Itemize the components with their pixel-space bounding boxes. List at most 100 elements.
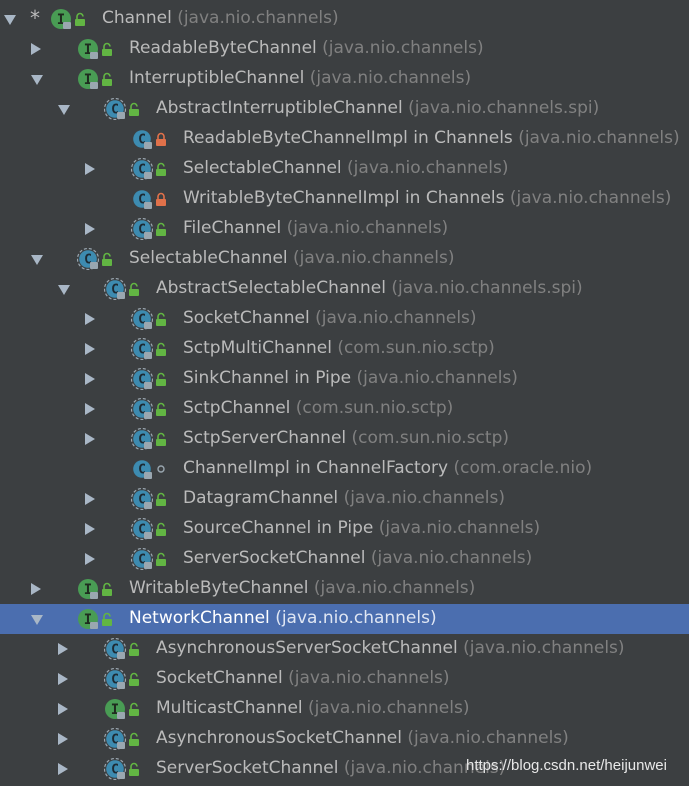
type-name: SinkChannel in Pipe (183, 368, 352, 388)
public-lock-icon (127, 761, 141, 776)
chevron-right-icon[interactable] (85, 403, 95, 415)
package-name: (java.nio.channels) (463, 638, 625, 658)
abstract-class-icon: C (104, 638, 126, 660)
tree-row[interactable]: C SourceChannel in Pipe (java.nio.channe… (0, 514, 689, 544)
tree-row[interactable]: * I Channel (java.nio.channels) (0, 4, 689, 34)
tree-row[interactable]: C SinkChannel in Pipe (java.nio.channels… (0, 364, 689, 394)
chevron-right-icon[interactable] (85, 343, 95, 355)
tree-item-label: ServerSocketChannel (java.nio.channels) (156, 758, 505, 778)
chevron-right-icon[interactable] (58, 673, 68, 685)
interface-icon: I (77, 38, 99, 60)
interface-icon: I (77, 68, 99, 90)
chevron-right-icon[interactable] (58, 703, 68, 715)
type-name: SelectableChannel (129, 248, 288, 268)
abstract-class-icon: C (104, 758, 126, 780)
chevron-down-icon[interactable] (31, 615, 43, 625)
tree-row[interactable]: I MulticastChannel (java.nio.channels) (0, 694, 689, 724)
abstract-class-icon: C (104, 278, 126, 300)
public-lock-icon (127, 101, 141, 116)
chevron-down-icon[interactable] (31, 75, 43, 85)
package-name: (java.nio.channels) (509, 188, 672, 208)
chevron-down-icon[interactable] (58, 285, 70, 295)
chevron-right-icon[interactable] (85, 313, 95, 325)
package-name: (java.nio.channels) (343, 488, 505, 508)
tree-row[interactable]: I InterruptibleChannel (java.nio.channel… (0, 64, 689, 94)
tree-row[interactable]: C AsynchronousServerSocketChannel (java.… (0, 634, 689, 664)
chevron-right-icon[interactable] (58, 643, 68, 655)
public-lock-icon (73, 11, 87, 26)
abstract-class-icon: C (131, 308, 153, 330)
chevron-right-icon[interactable] (31, 43, 41, 55)
tree-item-label: SctpChannel (com.sun.nio.sctp) (183, 398, 453, 418)
type-name: WritableByteChannelImpl in Channels (183, 188, 505, 208)
tree-item-label: ServerSocketChannel (java.nio.channels) (183, 548, 532, 568)
tree-row[interactable]: C WritableByteChannelImpl in Channels (j… (0, 184, 689, 214)
tree-row[interactable]: I ReadableByteChannel (java.nio.channels… (0, 34, 689, 64)
tree-row[interactable]: C SctpServerChannel (com.sun.nio.sctp) (0, 424, 689, 454)
tree-item-label: SocketChannel (java.nio.channels) (183, 308, 477, 328)
tree-row[interactable]: C DatagramChannel (java.nio.channels) (0, 484, 689, 514)
chevron-down-icon[interactable] (4, 15, 16, 25)
chevron-right-icon[interactable] (85, 223, 95, 235)
chevron-right-icon[interactable] (85, 163, 95, 175)
tree-item-label: ReadableByteChannelImpl in Channels (jav… (183, 128, 680, 148)
package-name: (java.nio.channels) (378, 518, 541, 538)
public-lock-icon (100, 611, 114, 626)
tree-item-label: DatagramChannel (java.nio.channels) (183, 488, 505, 508)
tree-row[interactable]: C SelectableChannel (java.nio.channels) (0, 154, 689, 184)
type-name: SourceChannel in Pipe (183, 518, 374, 538)
chevron-right-icon[interactable] (58, 763, 68, 775)
tree-row[interactable]: C SocketChannel (java.nio.channels) (0, 664, 689, 694)
interface-icon: I (77, 608, 99, 630)
public-lock-icon (154, 401, 168, 416)
chevron-right-icon[interactable] (85, 493, 95, 505)
tree-row[interactable]: C AsynchronousSocketChannel (java.nio.ch… (0, 724, 689, 754)
interface-icon: I (50, 8, 72, 30)
public-lock-icon (127, 731, 141, 746)
chevron-down-icon[interactable] (31, 255, 43, 265)
abstract-class-icon: C (131, 158, 153, 180)
chevron-right-icon[interactable] (85, 373, 95, 385)
abstract-class-icon: C (131, 368, 153, 390)
tree-row[interactable]: C AbstractInterruptibleChannel (java.nio… (0, 94, 689, 124)
type-name: ServerSocketChannel (183, 548, 366, 568)
tree-row[interactable]: C AbstractSelectableChannel (java.nio.ch… (0, 274, 689, 304)
tree-row[interactable]: I NetworkChannel (java.nio.channels) (0, 604, 689, 634)
tree-row[interactable]: C ChannelImpl in ChannelFactory (com.ora… (0, 454, 689, 484)
interface-icon: I (77, 578, 99, 600)
type-name: AsynchronousSocketChannel (156, 728, 402, 748)
chevron-right-icon[interactable] (85, 433, 95, 445)
tree-item-label: SinkChannel in Pipe (java.nio.channels) (183, 368, 518, 388)
type-name: Channel (102, 8, 172, 28)
chevron-right-icon[interactable] (58, 733, 68, 745)
tree-row[interactable]: C FileChannel (java.nio.channels) (0, 214, 689, 244)
public-lock-icon (100, 581, 114, 596)
tree-row[interactable]: C ServerSocketChannel (java.nio.channels… (0, 544, 689, 574)
package-name: (java.nio.channels) (347, 158, 509, 178)
focus-marker: * (30, 6, 40, 30)
package-name: (java.nio.channels.spi) (408, 98, 600, 118)
type-name: ReadableByteChannel (129, 38, 317, 58)
tree-item-label: SocketChannel (java.nio.channels) (156, 668, 450, 688)
watermark: https://blog.csdn.net/heijunwei (466, 757, 667, 774)
tree-row[interactable]: C SctpMultiChannel (com.sun.nio.sctp) (0, 334, 689, 364)
class-icon: C (131, 128, 153, 150)
tree-item-label: InterruptibleChannel (java.nio.channels) (129, 68, 471, 88)
abstract-class-icon: C (131, 398, 153, 420)
chevron-down-icon[interactable] (58, 105, 70, 115)
tree-row[interactable]: C SctpChannel (com.sun.nio.sctp) (0, 394, 689, 424)
public-lock-icon (100, 71, 114, 86)
chevron-right-icon[interactable] (85, 523, 95, 535)
tree-row[interactable]: I WritableByteChannel (java.nio.channels… (0, 574, 689, 604)
type-hierarchy-tree: * I Channel (java.nio.channels) I Readab… (0, 0, 689, 786)
tree-row[interactable]: C SocketChannel (java.nio.channels) (0, 304, 689, 334)
tree-row[interactable]: C SelectableChannel (java.nio.channels) (0, 244, 689, 274)
tree-item-label: ReadableByteChannel (java.nio.channels) (129, 38, 484, 58)
tree-item-label: FileChannel (java.nio.channels) (183, 218, 448, 238)
chevron-right-icon[interactable] (85, 553, 95, 565)
tree-row[interactable]: C ReadableByteChannelImpl in Channels (j… (0, 124, 689, 154)
package-name: (java.nio.channels) (370, 548, 533, 568)
chevron-right-icon[interactable] (31, 583, 41, 595)
public-lock-icon (154, 371, 168, 386)
public-lock-icon (154, 341, 168, 356)
